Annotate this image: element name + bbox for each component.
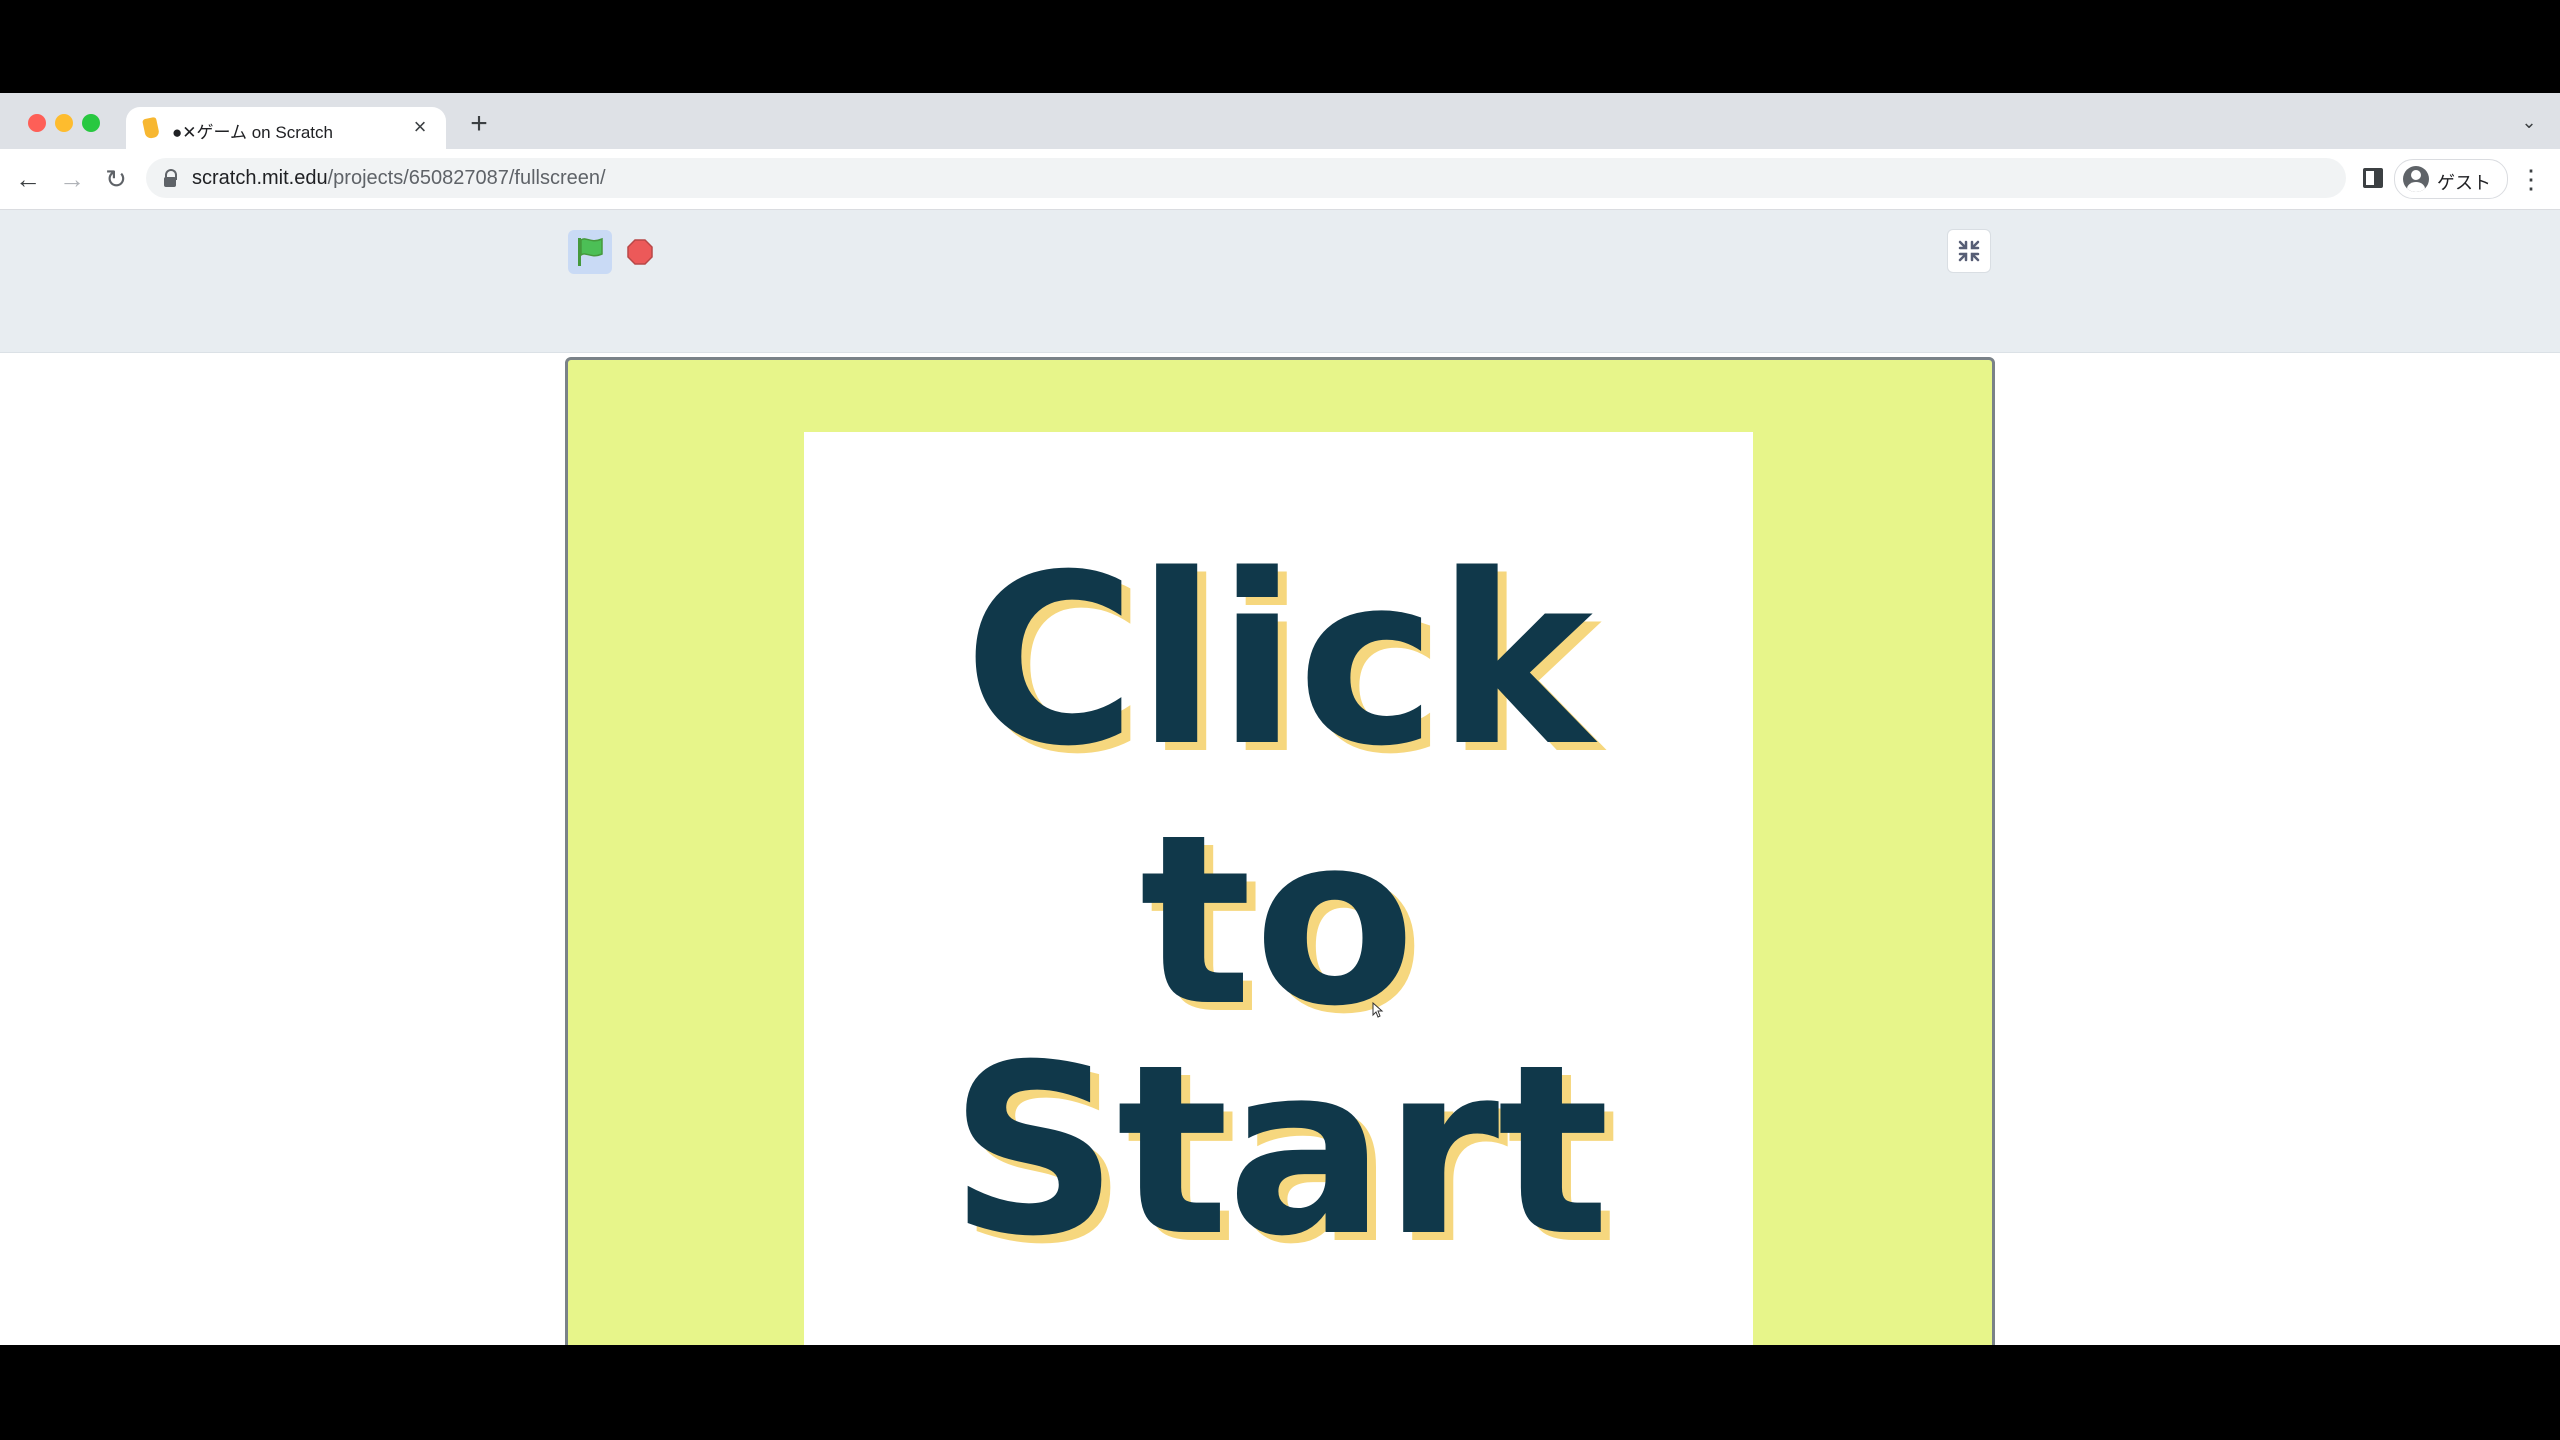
tab-scratch-game[interactable]: ●✕ゲーム on Scratch × (126, 107, 446, 149)
click-to-start-card[interactable]: Click to Start (804, 432, 1753, 1345)
reload-button[interactable]: ↻ (98, 161, 134, 197)
side-panel-icon[interactable] (2363, 168, 2383, 188)
browser-window: ●✕ゲーム on Scratch × + ⌄ ← → ↻ scratch.mit… (0, 93, 2560, 1345)
stop-icon (627, 239, 653, 265)
tab-strip: ●✕ゲーム on Scratch × + ⌄ (0, 93, 2560, 149)
scratch-favicon-icon (142, 116, 160, 140)
screen: ●✕ゲーム on Scratch × + ⌄ ← → ↻ scratch.mit… (0, 0, 2560, 1440)
new-tab-button[interactable]: + (462, 107, 496, 141)
tab-search-button[interactable]: ⌄ (2514, 107, 2544, 137)
forward-button[interactable]: → (54, 161, 90, 197)
player-header (0, 210, 2560, 353)
stop-button[interactable] (618, 230, 662, 274)
address-url[interactable]: scratch.mit.edu/projects/650827087/fulls… (192, 167, 606, 190)
unfullscreen-icon (1958, 240, 1980, 262)
mouse-cursor-icon (1372, 1002, 1384, 1018)
url-host: scratch.mit.edu (192, 167, 328, 189)
start-text-line-2: to (1139, 785, 1418, 1058)
guest-avatar-icon (2403, 166, 2429, 192)
profile-button[interactable]: ゲスト (2394, 159, 2508, 199)
green-flag-button[interactable] (568, 230, 612, 274)
url-path: /projects/650827087/fullscreen/ (327, 167, 606, 189)
green-flag-icon (578, 237, 603, 266)
browser-toolbar: ← → ↻ scratch.mit.edu/projects/650827087… (0, 149, 2560, 210)
window-close-button[interactable] (28, 114, 46, 132)
browser-menu-button[interactable]: ⋮ (2518, 161, 2544, 197)
project-stage[interactable]: Click to Start (565, 357, 1995, 1345)
lock-icon[interactable] (164, 169, 177, 187)
start-text-line-1: Click (963, 525, 1594, 798)
profile-name: ゲスト (2437, 173, 2491, 193)
scratch-fullscreen-player: Click to Start (0, 210, 2560, 1345)
window-zoom-button[interactable] (82, 114, 100, 132)
tab-title: ●✕ゲーム on Scratch (172, 123, 333, 142)
exit-fullscreen-button[interactable] (1947, 229, 1991, 273)
address-bar[interactable]: scratch.mit.edu/projects/650827087/fulls… (146, 158, 2346, 198)
tab-close-button[interactable]: × (406, 113, 434, 141)
start-text-line-3: Start (949, 1015, 1609, 1288)
window-minimize-button[interactable] (55, 114, 73, 132)
back-button[interactable]: ← (10, 161, 46, 197)
